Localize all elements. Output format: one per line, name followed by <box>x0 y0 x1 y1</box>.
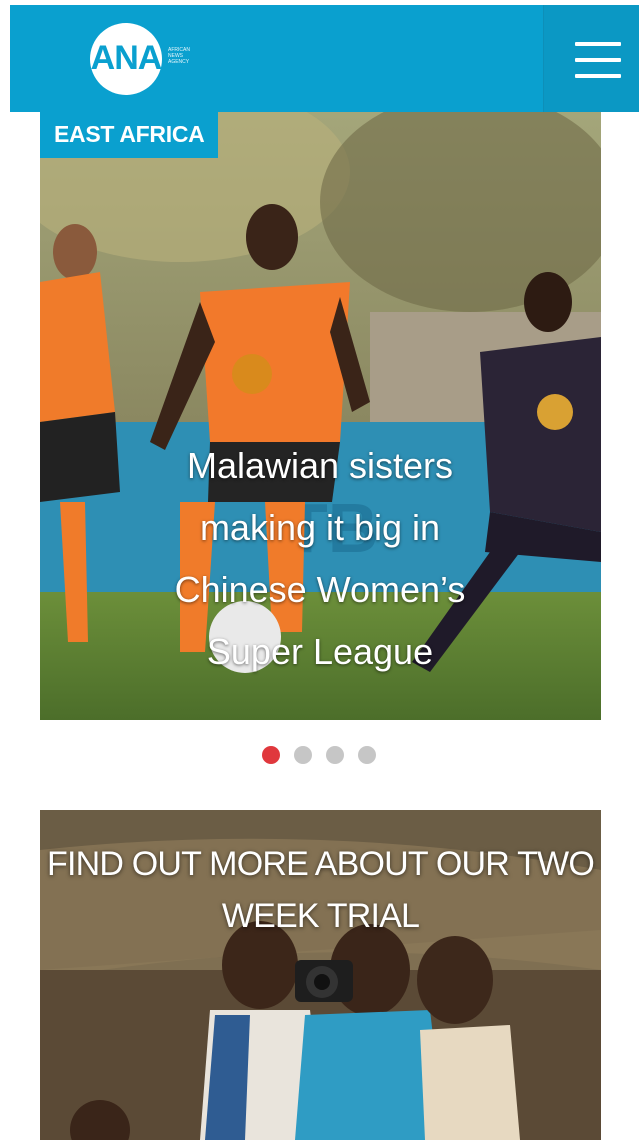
carousel-dot-2[interactable] <box>294 746 312 764</box>
logo-text: ANA <box>90 39 163 77</box>
category-tag[interactable]: EAST AFRICA <box>40 112 219 158</box>
hamburger-menu-icon[interactable] <box>575 40 621 80</box>
carousel-dot-4[interactable] <box>358 746 376 764</box>
promo-headline[interactable]: FIND OUT MORE ABOUT OUR TWO WEEK TRIAL <box>40 838 601 942</box>
carousel-dots <box>262 746 376 766</box>
site-header: ANA African News Agency <box>10 5 639 112</box>
site-logo[interactable]: ANA African News Agency <box>90 23 200 97</box>
menu-zone <box>543 5 639 112</box>
hero-headline[interactable]: Malawian sisters making it big in Chines… <box>140 435 500 683</box>
carousel-dot-3[interactable] <box>326 746 344 764</box>
logo-tagline: African News Agency <box>168 47 190 65</box>
carousel-dot-1[interactable] <box>262 746 280 764</box>
trial-promo-banner[interactable]: FIND OUT MORE ABOUT OUR TWO WEEK TRIAL <box>40 810 601 1140</box>
